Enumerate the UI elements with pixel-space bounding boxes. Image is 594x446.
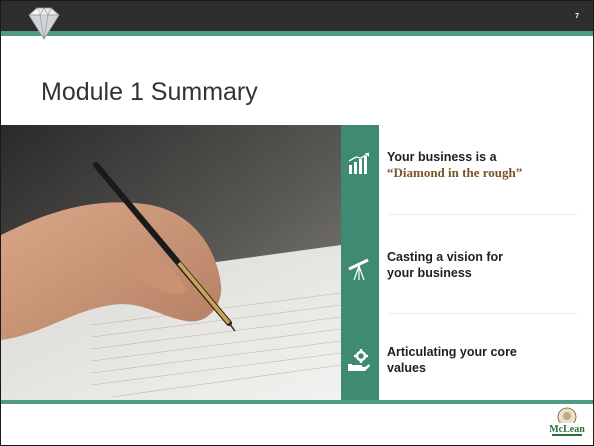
bar-chart-icon (348, 152, 370, 174)
diamond-highlight: “Diamond in the rough” (387, 165, 523, 180)
slide-title: Module 1 Summary (41, 78, 258, 106)
summary-item-2-line2: your business (387, 266, 472, 280)
telescope-icon (348, 258, 369, 281)
summary-item-1: Your business is a “Diamond in the rough… (387, 149, 522, 181)
top-accent-line (1, 31, 593, 36)
summary-item-3-line1: Articulating your core (387, 345, 517, 359)
summary-item-1-text: Your business is a (387, 150, 497, 164)
mclean-logo: McLean (549, 407, 585, 436)
top-bar: 7 (1, 1, 593, 31)
divider (389, 214, 577, 215)
summary-item-2: Casting a vision for your business (387, 249, 503, 281)
bottom-accent-line (1, 400, 593, 404)
logo-text: McLean (549, 424, 585, 435)
summary-item-2-line1: Casting a vision for (387, 250, 503, 264)
summary-item-3-line2: values (387, 361, 426, 375)
slide: 7 Module 1 Summary Your business is a “D… (0, 0, 594, 446)
divider (389, 313, 577, 314)
slide-number: 7 (575, 13, 579, 20)
diamond-icon (28, 7, 60, 40)
hand-gear-icon (348, 349, 370, 371)
hand-writing-photo (1, 125, 341, 400)
summary-item-3: Articulating your core values (387, 344, 517, 376)
